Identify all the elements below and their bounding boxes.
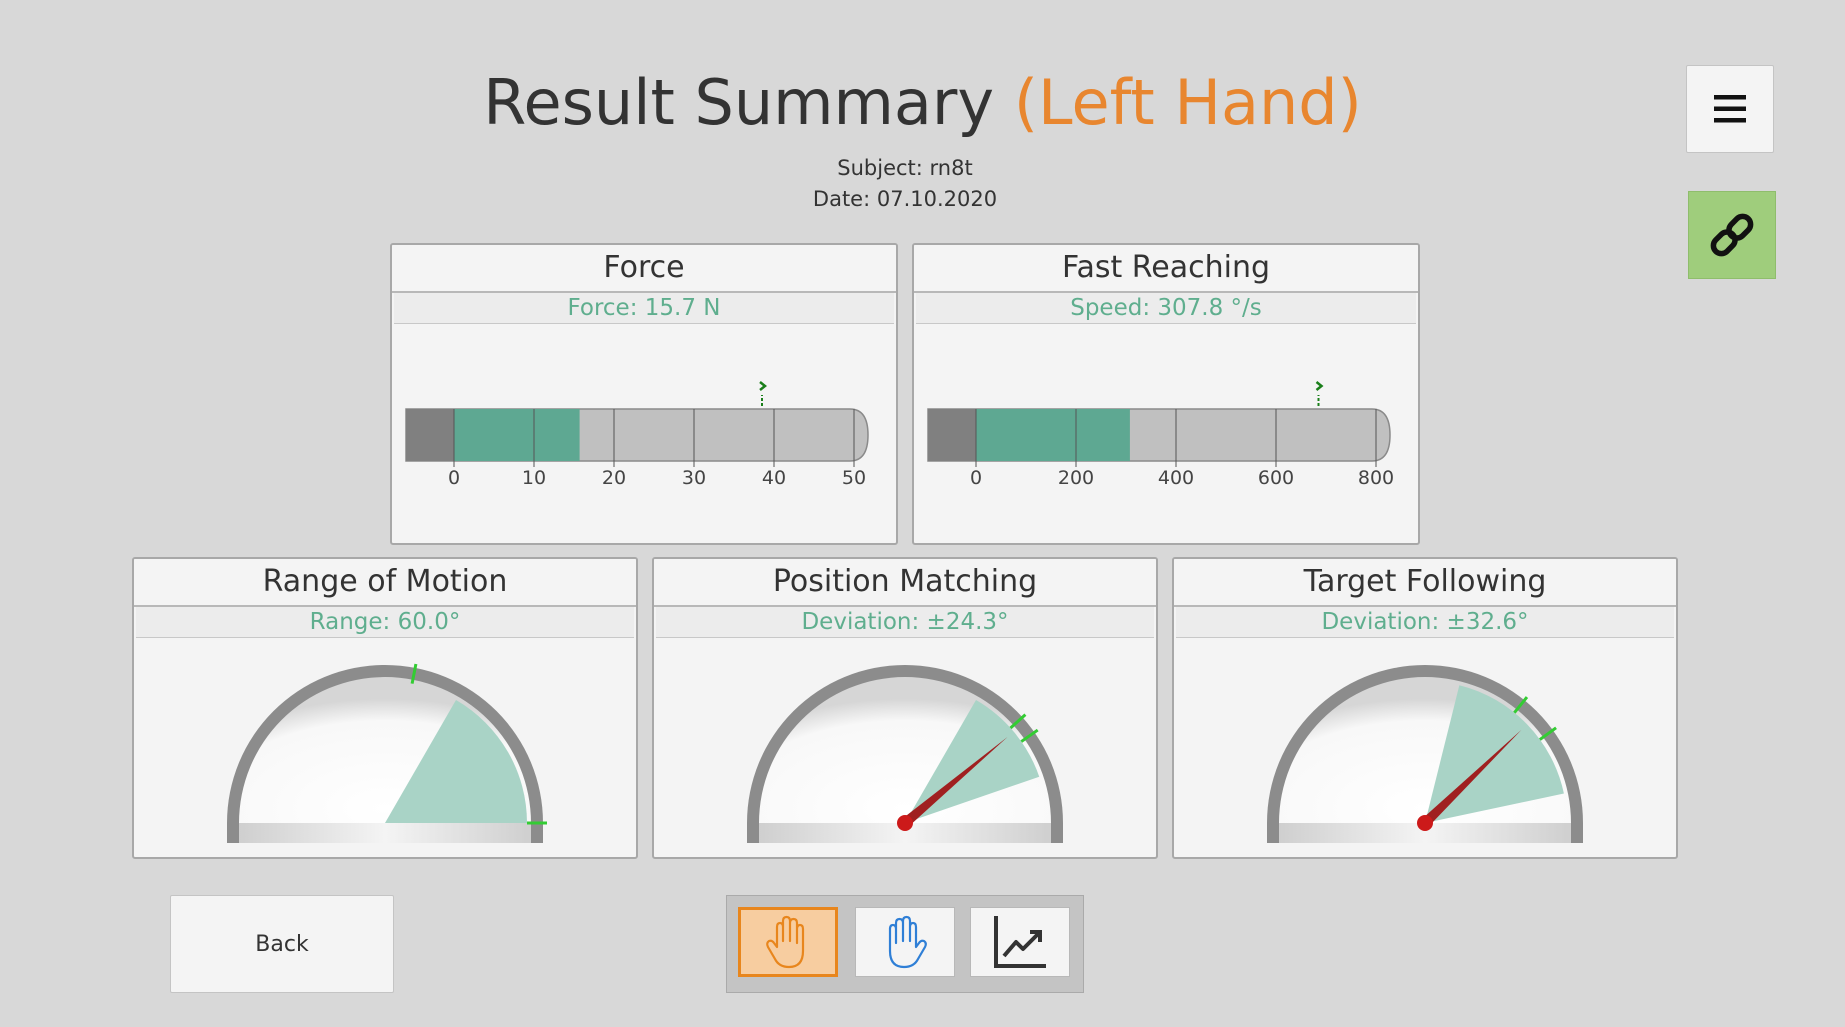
- title-text: Result Summary: [483, 66, 995, 139]
- bar-value-fill: [454, 409, 580, 461]
- back-label: Back: [255, 931, 309, 957]
- force-value: Force: 15.7 N: [394, 293, 894, 324]
- force-bar-chart: 0 10 20 30 40 50: [405, 381, 869, 489]
- target-marker: [759, 381, 768, 406]
- bar-offset-segment: [928, 409, 976, 461]
- tick-label: 10: [522, 467, 546, 489]
- left-hand-button[interactable]: [738, 907, 838, 977]
- subject-label: Subject: rn8t: [837, 156, 973, 180]
- tick-label: 0: [448, 467, 460, 489]
- speed-bar-chart: 0 200 400 600 800: [927, 381, 1394, 489]
- tick-label: 30: [682, 467, 706, 489]
- link-button[interactable]: [1688, 191, 1776, 279]
- gauge-base: [239, 823, 531, 843]
- line-chart-icon: [994, 916, 1046, 968]
- range-of-motion-title: Range of Motion: [134, 559, 636, 607]
- gauge-needle-hub: [1417, 815, 1433, 831]
- tick-label: 50: [842, 467, 866, 489]
- tick-label: 20: [602, 467, 626, 489]
- left-hand-icon: [766, 915, 805, 969]
- right-hand-icon: [888, 915, 927, 969]
- tick-label: 40: [762, 467, 786, 489]
- bar-offset-segment: [406, 409, 454, 461]
- position-matching-gauge: [747, 665, 1063, 843]
- tick-label: 200: [1058, 467, 1094, 489]
- position-matching-value: Deviation: ±24.3°: [656, 607, 1154, 638]
- force-title: Force: [392, 245, 896, 293]
- target-following-value: Deviation: ±32.6°: [1176, 607, 1674, 638]
- tick-label: 400: [1158, 467, 1194, 489]
- page-title: Result Summary (Left Hand): [0, 66, 1845, 139]
- date-label: Date: 07.10.2020: [812, 187, 998, 211]
- target-following-gauge: [1267, 665, 1583, 843]
- target-marker: [1315, 381, 1324, 406]
- menu-button[interactable]: [1686, 65, 1774, 153]
- fast-reaching-title: Fast Reaching: [914, 245, 1418, 293]
- link-chain-icon: [1710, 213, 1754, 257]
- range-of-motion-value: Range: 60.0°: [136, 607, 634, 638]
- target-following-panel: Target Following Deviation: ±32.6°: [1172, 557, 1678, 859]
- back-button[interactable]: Back: [170, 895, 394, 993]
- tick-label: 800: [1358, 467, 1394, 489]
- target-following-title: Target Following: [1174, 559, 1676, 607]
- fast-reaching-value: Speed: 307.8 °/s: [916, 293, 1416, 324]
- right-hand-button[interactable]: [855, 907, 955, 977]
- position-matching-title: Position Matching: [654, 559, 1156, 607]
- force-panel: Force Force: 15.7 N 0 10 20 30 40 50: [390, 243, 898, 545]
- tick-label: 0: [970, 467, 982, 489]
- range-of-motion-panel: Range of Motion Range: 60.0°: [132, 557, 638, 859]
- tick-label: 600: [1258, 467, 1294, 489]
- range-of-motion-gauge: [227, 663, 547, 843]
- hand-label: (Left Hand): [1013, 66, 1362, 139]
- chart-button[interactable]: [970, 907, 1070, 977]
- bottom-toolbar: [726, 895, 1084, 993]
- hamburger-menu-icon: [1714, 95, 1746, 123]
- position-matching-panel: Position Matching Deviation: ±24.3°: [652, 557, 1158, 859]
- bar-value-fill: [976, 409, 1130, 461]
- gauge-needle-hub: [897, 815, 913, 831]
- fast-reaching-panel: Fast Reaching Speed: 307.8 °/s 0 200 400 60…: [912, 243, 1420, 545]
